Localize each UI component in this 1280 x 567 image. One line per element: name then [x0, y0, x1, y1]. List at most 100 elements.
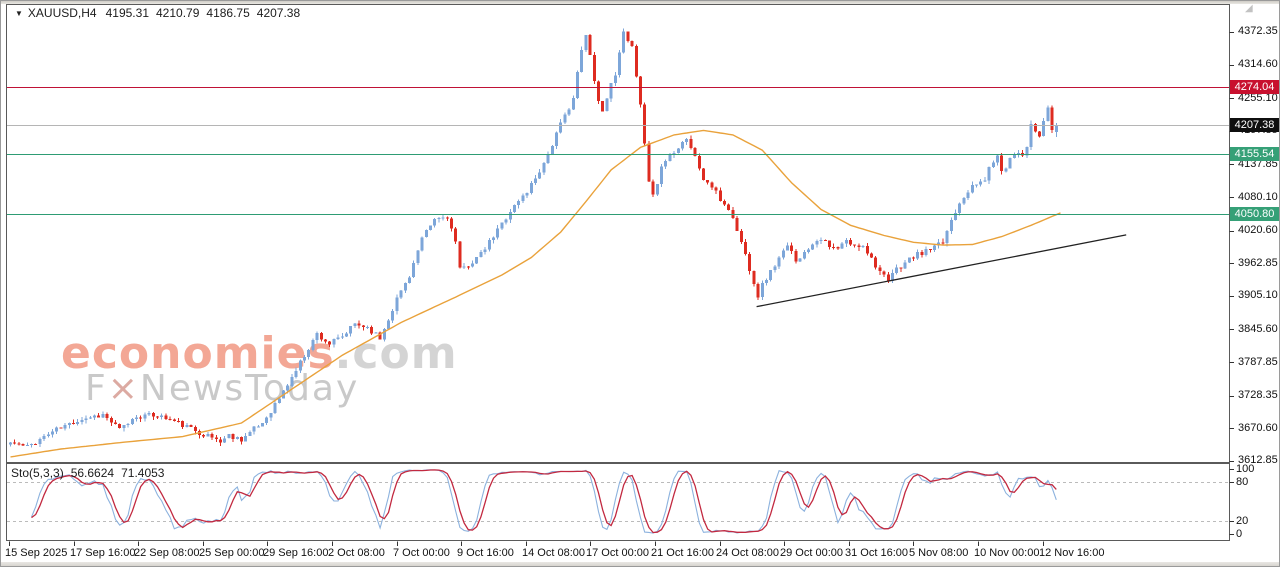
candle-body — [807, 250, 810, 253]
candle-body — [160, 415, 163, 417]
ohlc-high: 4210.79 — [156, 6, 199, 20]
candle-body — [710, 182, 713, 187]
stochastic-scale-label: 20 — [1236, 515, 1248, 527]
candle-body — [584, 35, 587, 50]
time-tick-label: 29 Sep 16:00 — [263, 547, 328, 559]
time-tick-label: 15 Sep 2025 — [5, 547, 67, 559]
candle-body — [509, 212, 512, 220]
candle-body — [853, 245, 856, 246]
price-tick-label: 4314.60 — [1238, 58, 1278, 70]
candle-body — [719, 191, 722, 201]
candle-body — [656, 184, 659, 194]
candle-body — [64, 425, 67, 428]
candle-body — [303, 357, 306, 361]
candle-body — [1038, 132, 1041, 137]
candle-body — [450, 219, 453, 229]
candle-body — [274, 403, 277, 413]
candle-body — [1004, 169, 1007, 172]
candle-body — [236, 437, 239, 439]
price-badge-resistance: 4274.04 — [1230, 80, 1279, 94]
candle-body — [736, 218, 739, 231]
candle-body — [631, 41, 634, 46]
candle-body — [610, 83, 613, 99]
candle-body — [946, 231, 949, 243]
candle-body — [143, 414, 146, 418]
price-chart-canvas[interactable] — [1, 1, 1280, 567]
candle-body — [702, 169, 705, 180]
candle-body — [626, 32, 629, 41]
candle-body — [601, 101, 604, 111]
candle-body — [845, 240, 848, 244]
candle-body — [307, 350, 310, 357]
candle-body — [139, 418, 142, 419]
candle-body — [681, 142, 684, 149]
ohlc-low: 4186.75 — [206, 6, 249, 20]
symbol-timeframe-label: XAUUSD,H4 — [28, 6, 97, 20]
candle-body — [559, 122, 562, 132]
price-tick-label: 3728.35 — [1238, 389, 1278, 401]
candle-body — [899, 268, 902, 269]
candle-body — [122, 425, 125, 428]
candle-body — [223, 438, 226, 442]
chart-shift-marker-icon: ◢ — [1245, 3, 1253, 14]
candle-body — [479, 252, 482, 257]
stochastic-k-value: 56.6624 — [71, 466, 114, 480]
candle-body — [232, 434, 235, 439]
time-tick-label: 29 Oct 00:00 — [780, 547, 843, 559]
candle-body — [723, 201, 726, 204]
candle-body — [668, 155, 671, 161]
candle-body — [757, 284, 760, 297]
candle-body — [253, 427, 256, 432]
candle-body — [496, 229, 499, 238]
candle-body — [542, 163, 545, 173]
candle-body — [786, 245, 789, 250]
ohlc-open: 4195.31 — [106, 6, 149, 20]
symbol-dropdown-icon[interactable]: ▼ — [15, 9, 23, 18]
price-tick-label: 3845.60 — [1238, 323, 1278, 335]
candle-body — [647, 144, 650, 182]
candle-body — [1000, 156, 1003, 172]
candle-body — [538, 173, 541, 179]
candle-body — [1030, 124, 1033, 147]
candle-body — [51, 432, 54, 435]
candle-body — [815, 241, 818, 245]
candle-body — [80, 420, 83, 422]
candle-body — [341, 336, 344, 337]
candle-body — [295, 371, 298, 377]
candle-body — [185, 425, 188, 427]
candle-body — [43, 436, 46, 439]
candle-body — [156, 417, 159, 418]
candle-body — [106, 414, 109, 418]
candle-body — [328, 341, 331, 344]
candle-body — [1055, 125, 1058, 132]
candle-body — [992, 163, 995, 168]
candle-body — [908, 258, 911, 263]
candle-body — [458, 241, 461, 267]
candle-body — [404, 283, 407, 291]
candle-body — [467, 266, 470, 267]
candle-body — [836, 247, 839, 248]
candle-body — [988, 167, 991, 180]
candle-body — [820, 240, 823, 241]
time-tick-label: 5 Nov 08:00 — [909, 547, 968, 559]
candle-body — [1042, 121, 1045, 136]
price-tick-label: 3962.85 — [1238, 257, 1278, 269]
candle-body — [1009, 158, 1012, 169]
chart-title: ▼XAUUSD,H44195.314210.794186.754207.38 — [15, 6, 307, 20]
candle-body — [895, 268, 898, 274]
candle-body — [635, 46, 638, 76]
stochastic-name: Sto(5,3,3) — [11, 466, 64, 480]
stochastic-scale-label: 0 — [1236, 528, 1242, 540]
candle-body — [706, 180, 709, 183]
candle-body — [555, 133, 558, 146]
candle-body — [299, 361, 302, 371]
candle-body — [257, 427, 260, 428]
candle-body — [429, 226, 432, 231]
candle-body — [857, 245, 860, 247]
candle-body — [454, 228, 457, 241]
candle-body — [778, 257, 781, 266]
candle-body — [261, 423, 264, 426]
candle-body — [925, 249, 928, 255]
candle-body — [148, 413, 151, 415]
candle-body — [395, 297, 398, 311]
